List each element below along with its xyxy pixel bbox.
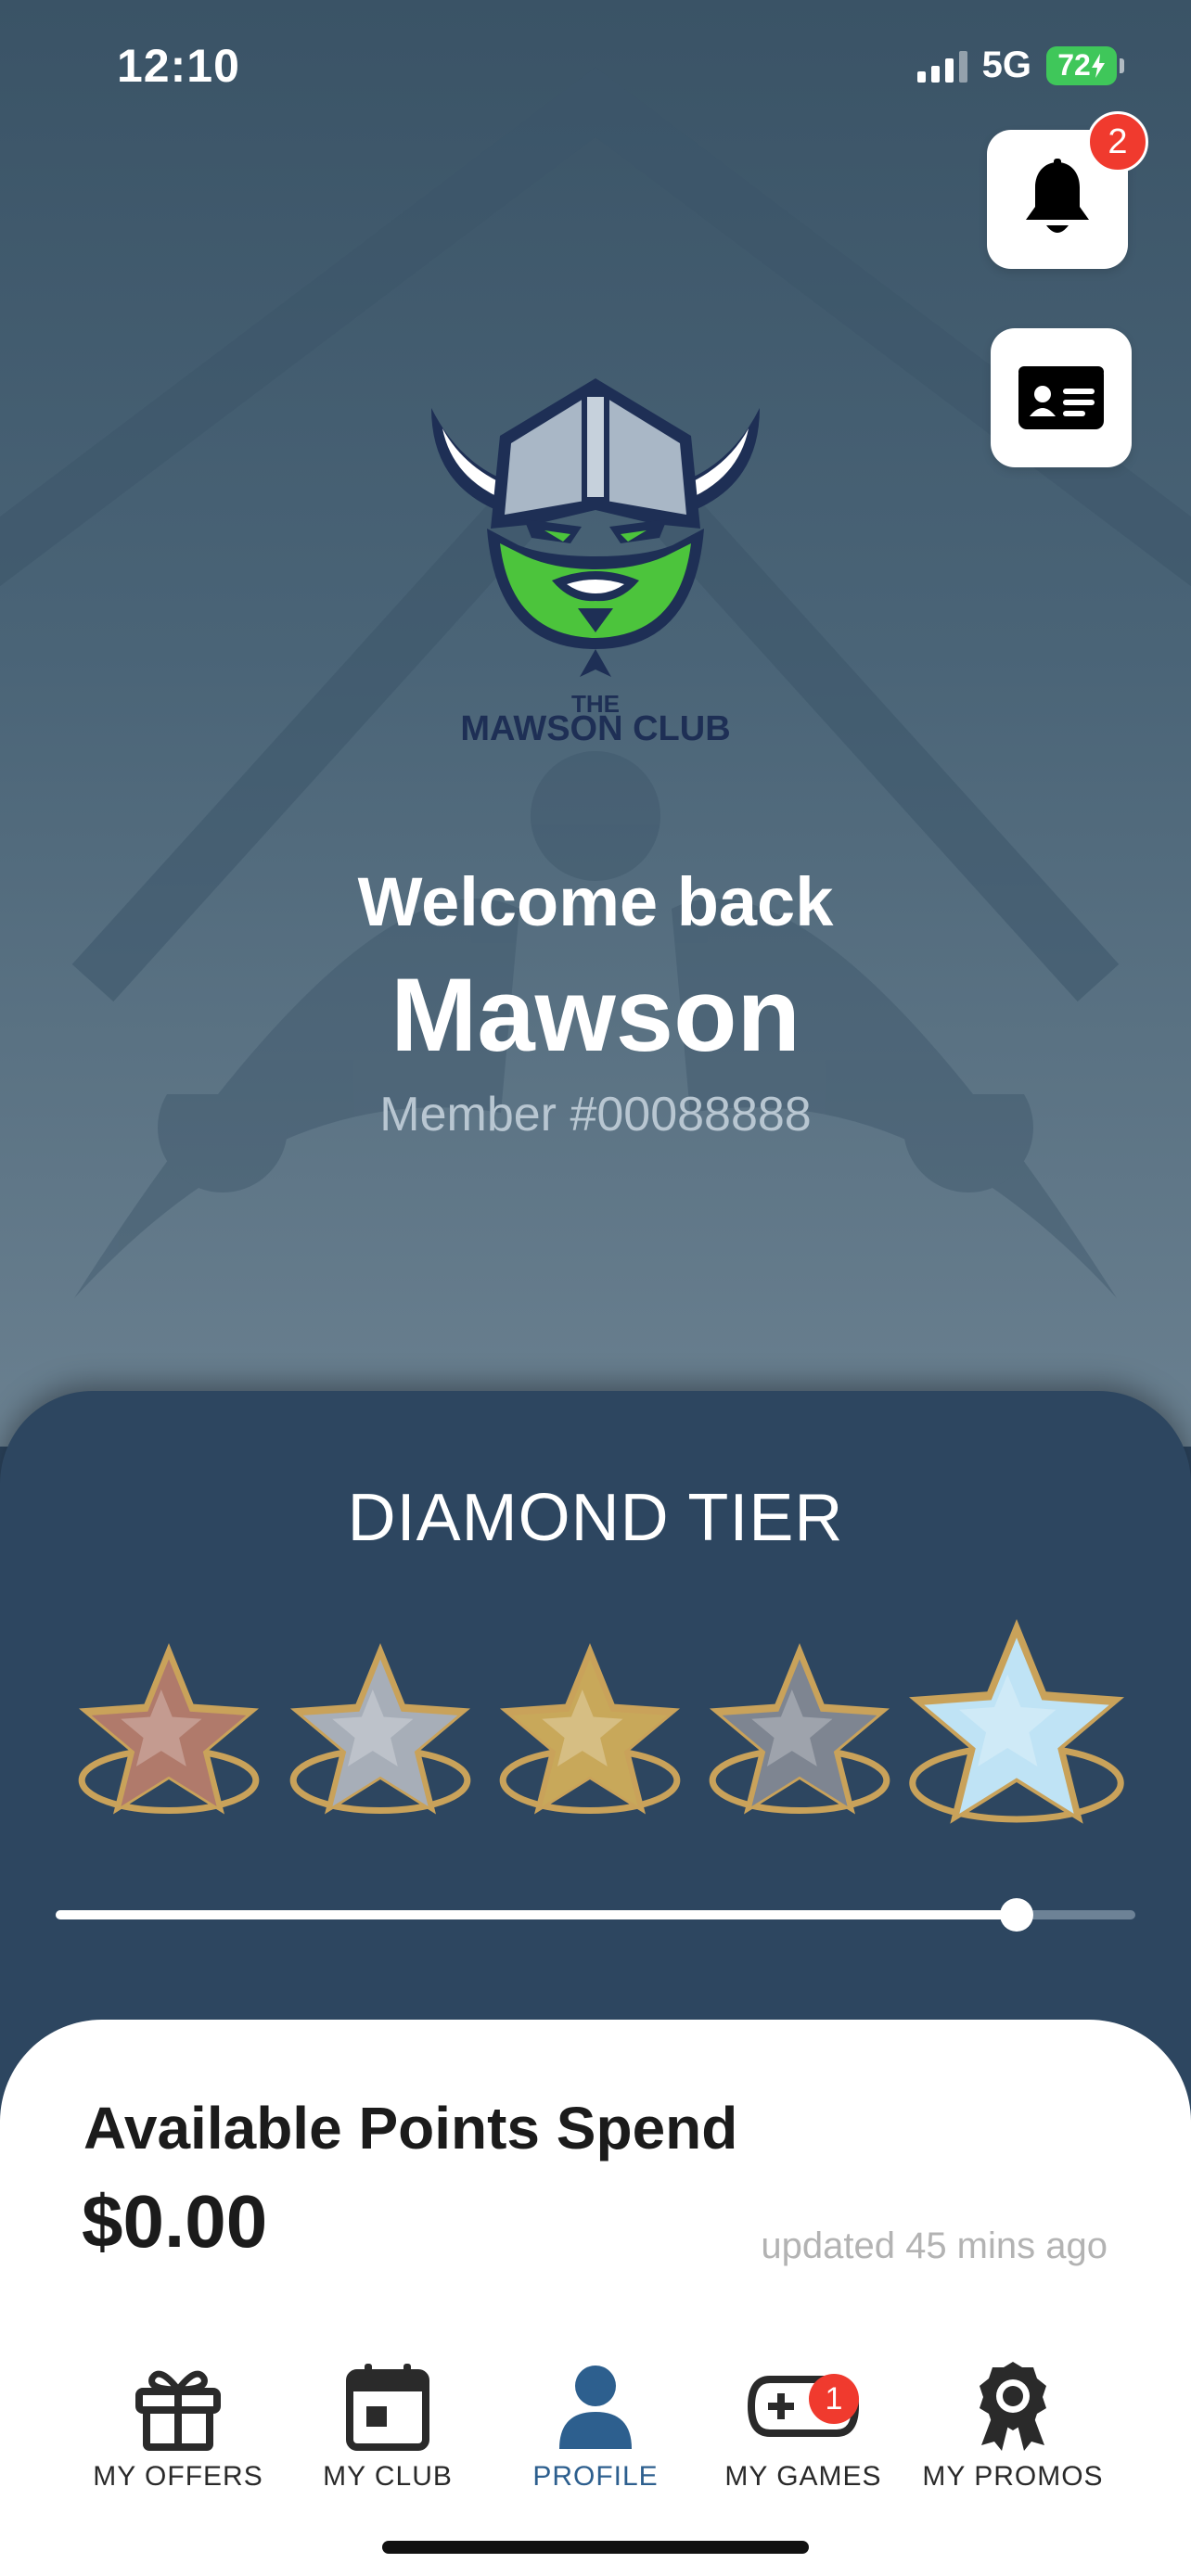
club-logo: THE MAWSON CLUB	[422, 371, 769, 748]
signal-icon	[916, 49, 967, 83]
tier-title: DIAMOND TIER	[347, 1481, 844, 1555]
logo-line2: MAWSON CLUB	[460, 709, 730, 742]
battery-level: 72	[1057, 48, 1091, 82]
tab-label: PROFILE	[532, 2461, 659, 2492]
home-indicator	[382, 2541, 809, 2554]
tier-star-bronze	[78, 1643, 260, 1815]
member-card-button[interactable]	[991, 328, 1132, 467]
tab-label: MY OFFERS	[93, 2461, 263, 2492]
bottom-tab-bar: MY OFFERS MY CLUB PROFILE 1 MY GAMES MY …	[0, 2355, 1191, 2494]
tab-label: MY PROMOS	[922, 2461, 1104, 2492]
points-value: $0.00	[82, 2180, 268, 2263]
tab-label: MY GAMES	[724, 2461, 882, 2492]
calendar-icon	[346, 2364, 429, 2451]
notification-badge: 2	[1087, 111, 1148, 172]
welcome-greeting: Welcome back	[357, 863, 834, 940]
tab-my-club[interactable]: MY CLUB	[276, 2355, 499, 2493]
award-ribbon-icon	[980, 2362, 1046, 2451]
network-type: 5G	[981, 45, 1031, 85]
member-number: Member #00088888	[379, 1088, 812, 1141]
profile-icon	[559, 2366, 632, 2449]
tier-star-gold	[499, 1643, 681, 1815]
tier-star-diamond	[909, 1619, 1124, 1824]
tier-progress-fill	[56, 1910, 1017, 1919]
viking-mascot-logo: THE MAWSON CLUB	[431, 378, 760, 748]
tab-my-promos[interactable]: MY PROMOS	[902, 2355, 1124, 2493]
tier-progress-bar	[56, 1898, 1135, 1932]
games-badge: 1	[809, 2374, 859, 2424]
id-card-icon	[1018, 366, 1104, 429]
tab-my-offers[interactable]: MY OFFERS	[67, 2355, 289, 2493]
tab-my-games[interactable]: 1 MY GAMES	[692, 2355, 915, 2493]
points-updated-time: updated 45 mins ago	[761, 2225, 1108, 2266]
gift-icon	[135, 2370, 221, 2451]
tier-progress-knob	[999, 1898, 1033, 1932]
points-label: Available Points Spend	[83, 2095, 738, 2162]
notifications-button[interactable]: 2	[987, 111, 1148, 269]
status-time: 12:10	[117, 40, 240, 92]
status-bar: 12:10 5G 72	[0, 0, 1191, 130]
bolt-icon	[1091, 53, 1105, 78]
tab-label: MY CLUB	[323, 2461, 453, 2492]
tab-profile[interactable]: PROFILE	[484, 2355, 707, 2493]
tier-star-silver	[289, 1643, 471, 1815]
battery-charging-icon: 72	[1046, 45, 1124, 85]
tier-star-platinum	[709, 1643, 890, 1815]
tier-stars	[78, 1619, 1124, 1824]
bell-icon	[1026, 159, 1089, 233]
member-name: Mawson	[391, 957, 800, 1073]
status-indicators: 5G 72	[916, 45, 1124, 86]
